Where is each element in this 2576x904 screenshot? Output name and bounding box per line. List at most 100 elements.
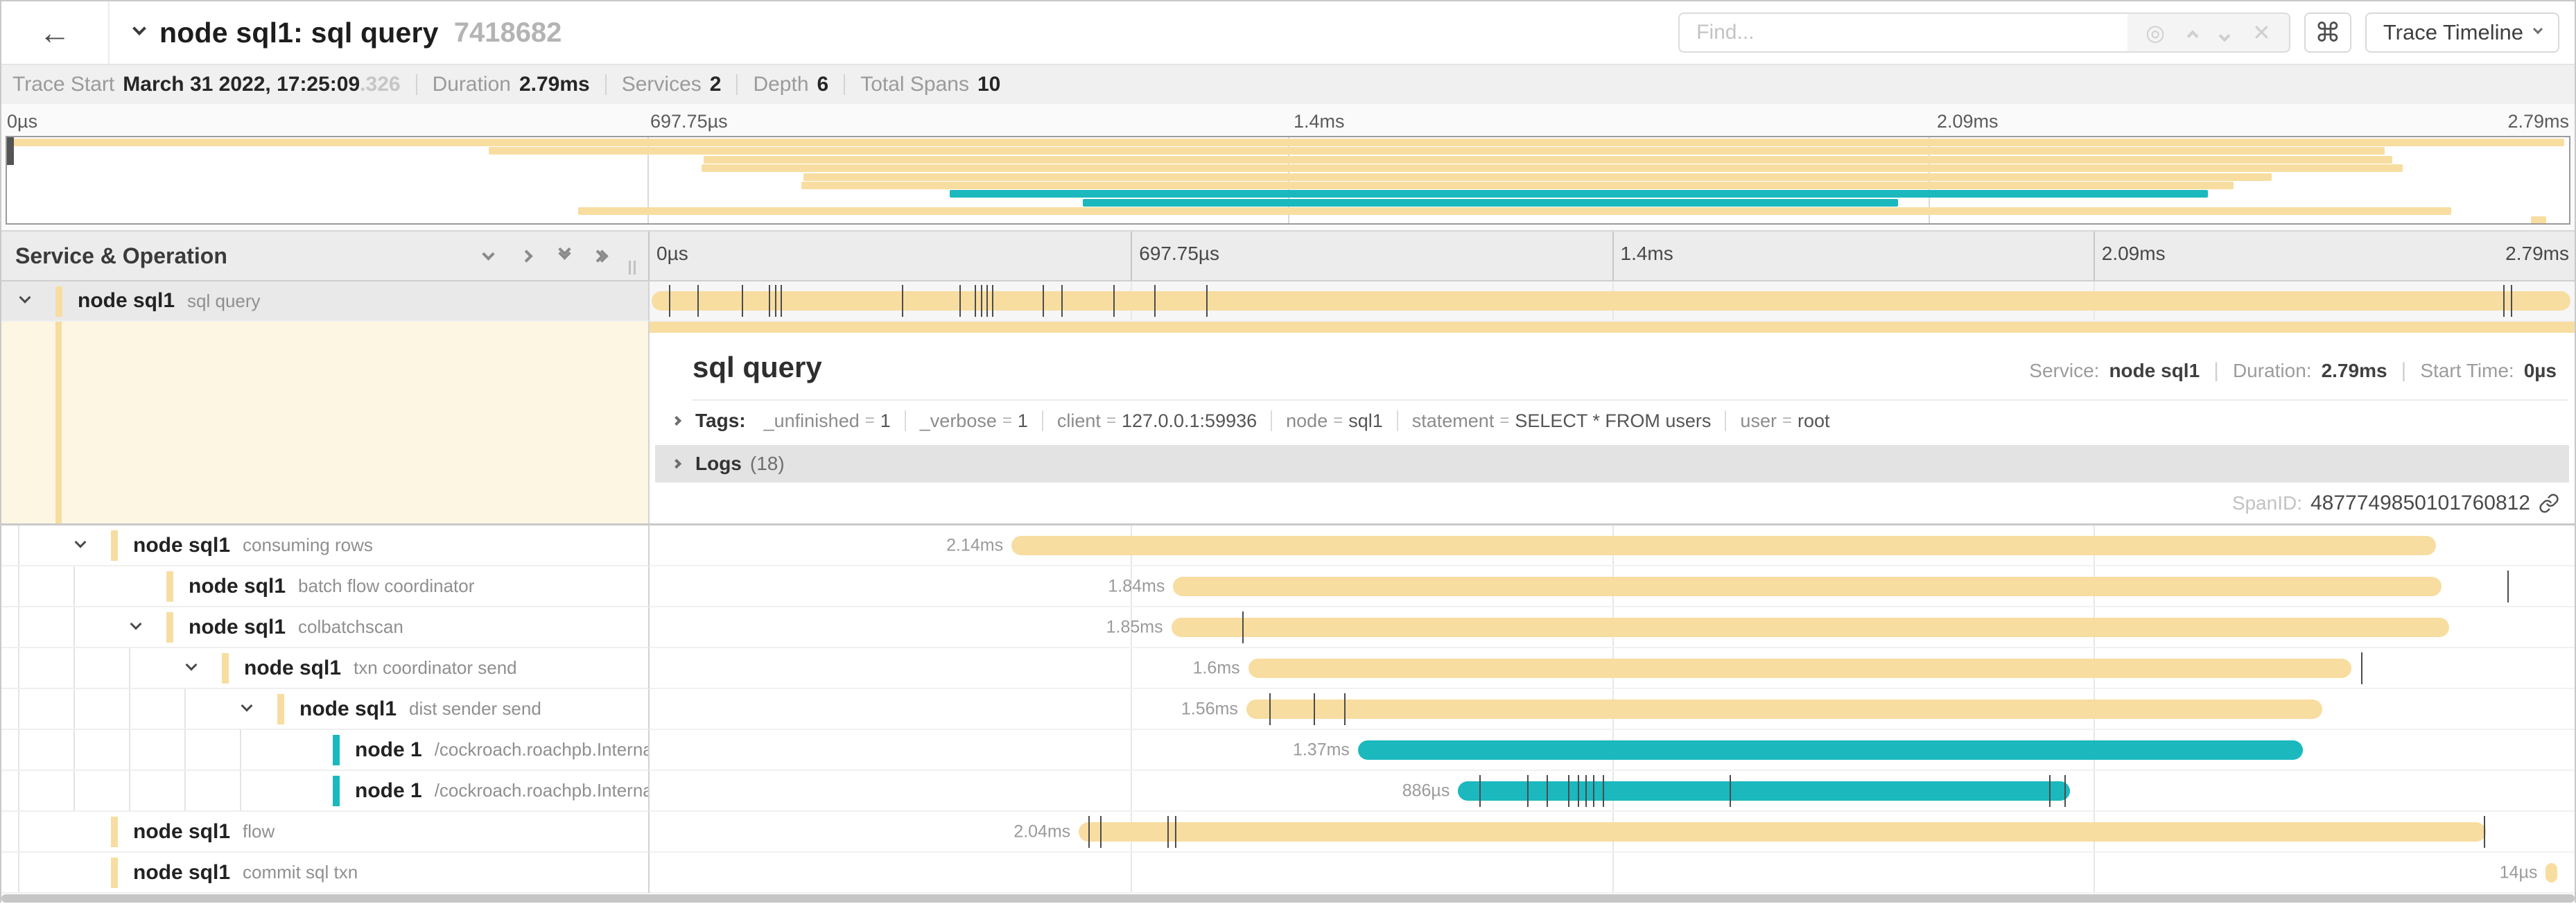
service-color-chip xyxy=(222,653,229,684)
span-tree-item[interactable]: node sql1consuming rows xyxy=(1,525,650,566)
tree-chevron-down-icon[interactable] xyxy=(21,295,29,307)
span-bar[interactable] xyxy=(1079,822,2486,842)
copy-link-icon[interactable] xyxy=(2539,493,2559,514)
tags-accordion[interactable]: Tags: _unfinished=1_verbose=1client=127.… xyxy=(650,401,2575,441)
equals-sign: = xyxy=(1333,411,1343,431)
tree-chevron-down-icon[interactable] xyxy=(132,621,140,634)
back-arrow-icon: ← xyxy=(39,17,71,49)
next-result-icon[interactable] xyxy=(2220,21,2229,44)
operation-name: colbatchscan xyxy=(298,616,403,638)
span-timeline-cell[interactable]: 2.04ms xyxy=(650,812,2575,853)
span-timeline-cell[interactable]: 1.85ms xyxy=(650,607,2575,648)
log-marker-tick xyxy=(2507,571,2509,602)
log-marker-tick xyxy=(986,285,988,317)
span-timeline-cell[interactable]: 1.56ms xyxy=(650,689,2575,730)
span-tree-item[interactable]: node sql1flow xyxy=(1,812,650,853)
span-tree-item[interactable]: node sql1colbatchscan xyxy=(1,607,650,648)
tag-value: 127.0.0.1:59936 xyxy=(1122,410,1257,432)
expand-one-icon[interactable] xyxy=(522,252,531,261)
span-timeline-cell[interactable]: 886µs xyxy=(650,771,2575,812)
service-name: node sql1 xyxy=(133,534,230,557)
timeline-ruler: 0µs697.75µs1.4ms2.09ms2.79ms xyxy=(650,232,2575,280)
span-timeline-cell[interactable]: 1.6ms xyxy=(650,648,2575,689)
clear-search-icon[interactable]: ✕ xyxy=(2252,21,2271,44)
span-row: node sql1batch flow coordinator1.84ms xyxy=(1,566,2575,607)
minimap-drag-handle[interactable] xyxy=(7,137,14,165)
span-bar[interactable] xyxy=(652,291,2571,311)
span-bar[interactable] xyxy=(1172,618,2450,637)
divider xyxy=(736,74,738,95)
span-duration-label: Duration: xyxy=(2233,360,2312,382)
span-timeline-cell[interactable]: 2.14ms xyxy=(650,525,2575,566)
log-marker-tick xyxy=(1113,285,1115,317)
span-timeline-cell[interactable]: 14µs xyxy=(650,853,2575,894)
span-bar[interactable] xyxy=(1011,536,2436,555)
tree-indent-guide xyxy=(240,771,241,810)
scrollbar-thumb[interactable] xyxy=(1,894,2575,903)
timeline-gridline xyxy=(1131,771,1132,810)
span-bar[interactable] xyxy=(2545,863,2557,883)
page-title: node sql1: sql query xyxy=(159,17,439,49)
log-marker-tick xyxy=(2049,775,2051,807)
span-tree-item[interactable]: node 1/cockroach.roachpb.Internal/Batch xyxy=(1,730,650,771)
collapse-one-icon[interactable] xyxy=(484,252,493,261)
tag-key: _unfinished xyxy=(764,410,860,432)
span-bar[interactable] xyxy=(1458,781,2070,801)
match-highlight-icon[interactable]: ◎ xyxy=(2146,21,2165,44)
span-row: node sql1dist sender send1.56ms xyxy=(1,689,2575,730)
trace-summary-bar: Trace Start March 31 2022, 17:25:09.326 … xyxy=(1,64,2575,104)
back-button[interactable]: ← xyxy=(1,1,110,64)
span-tree-item[interactable]: node sql1commit sql txn xyxy=(1,853,650,894)
equals-sign: = xyxy=(1002,411,1012,431)
tree-chevron-down-icon[interactable] xyxy=(243,703,251,715)
tags-label: Tags: xyxy=(695,410,746,432)
span-tree-item[interactable]: node sql1sql query xyxy=(1,281,650,322)
find-input[interactable] xyxy=(1678,12,2127,53)
log-marker-tick xyxy=(697,285,699,317)
log-marker-tick xyxy=(2361,652,2362,684)
log-marker-tick xyxy=(2503,285,2505,317)
start-time-value: 0µs xyxy=(2524,360,2557,382)
tree-indent-guide xyxy=(18,525,19,565)
log-marker-tick xyxy=(1175,816,1176,848)
span-detail-bar[interactable] xyxy=(650,322,2575,333)
keyboard-shortcuts-button[interactable]: ⌘ xyxy=(2304,12,2351,53)
log-marker-tick xyxy=(1479,775,1481,807)
timeline-gridline xyxy=(1612,853,1614,892)
tag-value: SELECT * FROM users xyxy=(1515,410,1711,432)
service-operation-header: Service & Operation xyxy=(1,232,650,280)
tree-chevron-down-icon[interactable] xyxy=(76,539,85,552)
minimap-tick-label: 2.09ms xyxy=(1931,111,1999,132)
tree-chevron-down-icon[interactable] xyxy=(187,662,195,675)
minimap-canvas[interactable] xyxy=(6,136,2570,225)
span-tree-item[interactable]: node sql1txn coordinator send xyxy=(1,648,650,689)
span-timeline-cell[interactable]: 1.84ms xyxy=(650,566,2575,607)
trace-collapse-icon[interactable] xyxy=(132,21,146,35)
span-tree-item[interactable]: node 1/cockroach.roachpb.Internal/Batch xyxy=(1,771,650,812)
span-timeline-cell[interactable] xyxy=(650,281,2575,322)
span-bar[interactable] xyxy=(1246,699,2322,719)
span-timeline-cell[interactable]: 1.37ms xyxy=(650,730,2575,771)
find-group: ◎ ✕ xyxy=(1678,12,2290,53)
minimap-span-bar xyxy=(1083,199,1897,207)
minimap-ruler: 0µs697.75µs1.4ms2.09ms2.79ms xyxy=(1,108,2575,136)
span-tree-item[interactable]: node sql1dist sender send xyxy=(1,689,650,730)
tags-list: _unfinished=1_verbose=1client=127.0.0.1:… xyxy=(764,410,1830,432)
column-resizer-handle[interactable] xyxy=(629,261,636,275)
span-bar[interactable] xyxy=(1248,659,2351,678)
minimap-span-bar xyxy=(801,182,2234,189)
log-marker-tick xyxy=(1547,775,1548,807)
span-bar[interactable] xyxy=(1358,740,2304,760)
trace-view-selector[interactable]: Trace Timeline xyxy=(2365,12,2559,53)
span-tree-item[interactable]: node sql1batch flow coordinator xyxy=(1,566,650,607)
log-marker-tick xyxy=(2064,775,2066,807)
expand-all-icon[interactable] xyxy=(598,252,607,261)
logs-accordion[interactable]: Logs (18) xyxy=(655,445,2569,483)
span-bar[interactable] xyxy=(1173,577,2442,596)
span-id-value: 4877749850101760812 xyxy=(2310,492,2530,515)
prev-result-icon[interactable] xyxy=(2188,21,2197,44)
top-bar: ← node sql1: sql query 7418682 ◎ ✕ ⌘ Tra… xyxy=(1,1,2575,64)
ruler-tick-label: 2.09ms xyxy=(2094,232,2575,280)
collapse-all-icon[interactable] xyxy=(560,252,569,260)
tree-indent-guide xyxy=(18,689,19,729)
